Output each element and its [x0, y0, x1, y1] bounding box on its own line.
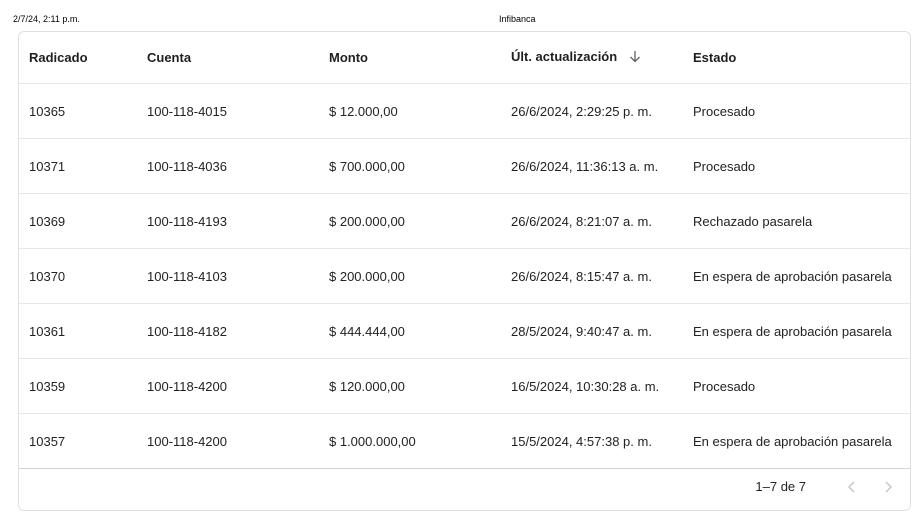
cell-actualizacion: 26/6/2024, 11:36:13 a. m.: [501, 138, 683, 194]
column-header-label: Monto: [329, 50, 368, 65]
column-header-label: Últ. actualización: [511, 49, 618, 65]
column-header-estado[interactable]: Estado: [683, 32, 910, 84]
cell-monto: $ 200.000,00: [319, 193, 501, 249]
cell-radicado: 10365: [19, 83, 137, 139]
cell-radicado: 10359: [19, 358, 137, 414]
table-row[interactable]: 10371 100-118-4036 $ 700.000,00 26/6/2024, …: [19, 138, 910, 194]
transactions-card: Radicado Cuenta Monto Últ. actualización…: [18, 31, 911, 511]
column-header-monto[interactable]: Monto: [319, 32, 501, 84]
cell-monto: $ 120.000,00: [319, 358, 501, 414]
cell-actualizacion: 26/6/2024, 8:15:47 a. m.: [501, 248, 683, 304]
chevron-right-icon: [885, 481, 892, 492]
cell-monto: $ 700.000,00: [319, 138, 501, 194]
cell-estado: En espera de aprobación pasarela: [683, 413, 910, 469]
cell-actualizacion: 26/6/2024, 2:29:25 p. m.: [501, 83, 683, 139]
cell-monto: $ 444.444,00: [319, 303, 501, 359]
cell-cuenta: 100-118-4103: [137, 248, 319, 304]
cell-cuenta: 100-118-4193: [137, 193, 319, 249]
cell-radicado: 10370: [19, 248, 137, 304]
print-date: 2/7/24, 2:11 p.m.: [13, 14, 80, 24]
column-header-radicado[interactable]: Radicado: [19, 32, 137, 84]
sort-descending-icon[interactable]: [629, 50, 641, 66]
cell-estado: Procesado: [683, 138, 910, 194]
cell-estado: Procesado: [683, 358, 910, 414]
column-header-ultima-actualizacion[interactable]: Últ. actualización: [501, 32, 683, 84]
cell-estado: Procesado: [683, 83, 910, 139]
pagination-range: 1–7 de 7: [755, 479, 806, 494]
column-header-label: Radicado: [29, 50, 88, 65]
table-header-row: Radicado Cuenta Monto Últ. actualización…: [19, 32, 910, 84]
column-header-label: Cuenta: [147, 50, 192, 65]
cell-estado: En espera de aprobación pasarela: [683, 303, 910, 359]
cell-radicado: 10371: [19, 138, 137, 194]
cell-cuenta: 100-118-4200: [137, 413, 319, 469]
previous-page-button[interactable]: [834, 469, 870, 505]
table-row[interactable]: 10361 100-118-4182 $ 444.444,00 28/5/2024, …: [19, 303, 910, 359]
table-row[interactable]: 10357 100-118-4200 $ 1.000.000,00 15/5/2024…: [19, 413, 910, 469]
print-header: 2/7/24, 2:11 p.m. Infibanca: [0, 0, 920, 30]
cell-actualizacion: 16/5/2024, 10:30:28 a. m.: [501, 358, 683, 414]
chevron-left-icon: [848, 481, 855, 492]
cell-actualizacion: 28/5/2024, 9:40:47 a. m.: [501, 303, 683, 359]
cell-radicado: 10357: [19, 413, 137, 469]
cell-actualizacion: 15/5/2024, 4:57:38 p. m.: [501, 413, 683, 469]
cell-monto: $ 200.000,00: [319, 248, 501, 304]
cell-monto: $ 12.000,00: [319, 83, 501, 139]
cell-cuenta: 100-118-4200: [137, 358, 319, 414]
cell-cuenta: 100-118-4182: [137, 303, 319, 359]
cell-radicado: 10369: [19, 193, 137, 249]
cell-monto: $ 1.000.000,00: [319, 413, 501, 469]
table-row[interactable]: 10359 100-118-4200 $ 120.000,00 16/5/2024, …: [19, 358, 910, 414]
table-row[interactable]: 10370 100-118-4103 $ 200.000,00 26/6/2024, …: [19, 248, 910, 304]
transactions-table: Radicado Cuenta Monto Últ. actualización…: [19, 32, 910, 469]
cell-cuenta: 100-118-4015: [137, 83, 319, 139]
cell-cuenta: 100-118-4036: [137, 138, 319, 194]
cell-estado: En espera de aprobación pasarela: [683, 248, 910, 304]
pagination-bar: 1–7 de 7: [19, 463, 910, 510]
cell-estado: Rechazado pasarela: [683, 193, 910, 249]
column-header-cuenta[interactable]: Cuenta: [137, 32, 319, 84]
next-page-button[interactable]: [870, 469, 906, 505]
column-header-label: Estado: [693, 50, 737, 65]
table-row[interactable]: 10369 100-118-4193 $ 200.000,00 26/6/2024, …: [19, 193, 910, 249]
cell-radicado: 10361: [19, 303, 137, 359]
print-title: Infibanca: [499, 14, 536, 24]
table-row[interactable]: 10365 100-118-4015 $ 12.000,00 26/6/2024, 2…: [19, 83, 910, 139]
cell-actualizacion: 26/6/2024, 8:21:07 a. m.: [501, 193, 683, 249]
table-body: 10365 100-118-4015 $ 12.000,00 26/6/2024, 2…: [19, 83, 910, 469]
